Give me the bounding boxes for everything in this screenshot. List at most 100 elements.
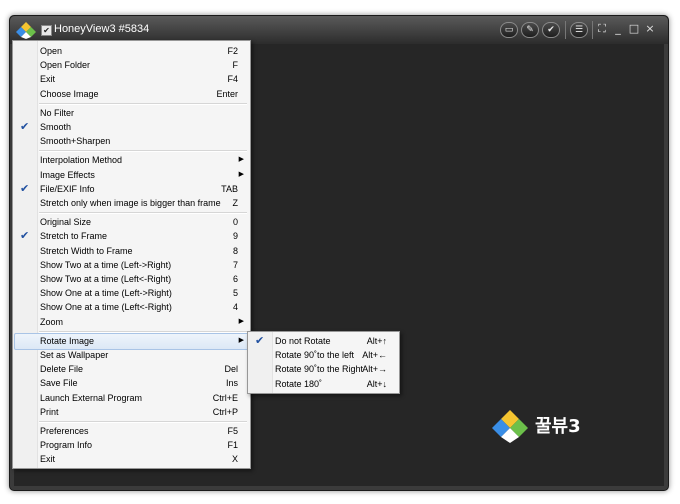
pen-icon[interactable]: ✎ bbox=[521, 22, 539, 38]
menu-item-label: Show Two at a time (Left->Right) bbox=[40, 259, 172, 270]
menu-item-shortcut: F5 bbox=[227, 426, 238, 436]
window-title: HoneyView3 #5834 bbox=[54, 23, 150, 35]
menu-item-show-one-at-a-time-left-right[interactable]: Show One at a time (Left->Right) 5 bbox=[15, 286, 248, 300]
menu-item-show-two-at-a-time-left-right[interactable]: Show Two at a time (Left<-Right) 6 bbox=[15, 272, 248, 286]
honeyview-brand: 꿀뷰3 bbox=[491, 404, 631, 454]
menu-item-launch-external-program[interactable]: Launch External Program Ctrl+E bbox=[15, 391, 248, 405]
menu-item-shortcut: Del bbox=[224, 364, 238, 375]
minimize-button[interactable]: _ bbox=[611, 21, 625, 37]
menu-item-label: Preferences bbox=[40, 426, 89, 436]
submenu-arrow-icon: ▶ bbox=[238, 156, 244, 164]
menu-item-label: Exit bbox=[40, 454, 56, 465]
menu-item-shortcut: F bbox=[232, 60, 239, 71]
menu-item-program-info[interactable]: Program Info F1 bbox=[15, 438, 248, 452]
menu-item-label: Save File bbox=[40, 378, 78, 389]
menu-item-shortcut: 8 bbox=[232, 245, 238, 256]
honeyview-logo-icon[interactable] bbox=[16, 21, 36, 39]
menu-item-rotate-180[interactable]: Rotate 180˚ Alt+↓ bbox=[250, 377, 397, 391]
menu-item-label: Zoom bbox=[40, 316, 64, 327]
menu-item-label: Interpolation Method bbox=[40, 155, 123, 166]
menu-item-shortcut: 5 bbox=[232, 288, 238, 299]
menu-item-label: Do not Rotate bbox=[275, 336, 331, 346]
menu-item-shortcut: Alt+↑ bbox=[366, 336, 387, 346]
menu-item-interpolation-method[interactable]: Interpolation Method ▶ bbox=[15, 153, 248, 167]
menu-item-file-exif-info[interactable]: ✔ File/EXIF Info TAB bbox=[15, 182, 248, 196]
menu-item-label: Show One at a time (Left->Right) bbox=[40, 288, 172, 299]
menu-item-smooth-sharpen[interactable]: Smooth+Sharpen bbox=[15, 134, 248, 148]
menu-item-stretch-width-to-frame[interactable]: Stretch Width to Frame 8 bbox=[15, 244, 248, 258]
checkmark-icon: ✔ bbox=[20, 230, 30, 243]
menu-item-rotate-90-to-the-right[interactable]: Rotate 90˚to the Right Alt+→ bbox=[250, 362, 397, 376]
menu-item-label: Program Info bbox=[40, 440, 93, 451]
menu-item-smooth[interactable]: ✔ Smooth bbox=[15, 120, 248, 134]
check-icon[interactable]: ✔ bbox=[542, 22, 560, 38]
menu-item-label: File/EXIF Info bbox=[40, 183, 95, 194]
menu-item-label: Rotate 180˚ bbox=[275, 378, 323, 389]
submenu-arrow-icon: ▶ bbox=[238, 170, 244, 178]
menu-item-shortcut: 4 bbox=[232, 302, 238, 313]
menu-item-delete-file[interactable]: Delete File Del bbox=[15, 362, 248, 376]
menu-item-label: Stretch only when image is bigger than f… bbox=[40, 198, 221, 208]
menu-item-shortcut: Z bbox=[232, 198, 239, 208]
window-mode-icon[interactable]: ▭ bbox=[500, 22, 518, 38]
menu-item-label: Show Two at a time (Left<-Right) bbox=[40, 274, 172, 284]
title-checkbox[interactable]: ✔ bbox=[41, 25, 52, 36]
brand-text: 꿀뷰3 bbox=[535, 416, 581, 437]
menu-item-label: Rotate Image bbox=[40, 335, 95, 346]
menu-item-choose-image[interactable]: Choose Image Enter bbox=[15, 87, 248, 101]
maximize-button[interactable]: □ bbox=[627, 21, 641, 37]
menu-item-shortcut: 6 bbox=[232, 274, 238, 284]
menu-separator bbox=[39, 212, 247, 215]
menu-item-shortcut: 9 bbox=[232, 231, 238, 242]
menu-item-shortcut: Alt+→ bbox=[362, 364, 387, 375]
menu-item-shortcut: Ins bbox=[225, 378, 238, 389]
menu-item-original-size[interactable]: Original Size 0 bbox=[15, 215, 248, 229]
close-button[interactable]: × bbox=[643, 21, 657, 37]
menu-item-label: Print bbox=[40, 406, 59, 417]
menu-item-stretch-only-when-image-is-bigger-than-frame[interactable]: Stretch only when image is bigger than f… bbox=[15, 196, 248, 210]
titlebar-divider bbox=[592, 21, 593, 39]
menu-item-open-folder[interactable]: Open Folder F bbox=[15, 58, 248, 72]
context-menu: Open F2 Open Folder F Exit F4 Choose Image Ente… bbox=[12, 40, 251, 469]
menu-item-label: Set as Wallpaper bbox=[40, 350, 109, 360]
menu-item-shortcut: Ctrl+P bbox=[212, 406, 238, 417]
menu-item-shortcut: F1 bbox=[227, 440, 238, 451]
menu-item-shortcut: 7 bbox=[232, 259, 238, 270]
menu-item-shortcut: 0 bbox=[232, 217, 238, 228]
menu-item-label: No Filter bbox=[40, 107, 75, 118]
menu-item-open[interactable]: Open F2 bbox=[15, 44, 248, 58]
titlebar-divider bbox=[565, 21, 566, 39]
submenu-arrow-icon: ▶ bbox=[238, 336, 244, 344]
menu-item-label: Image Effects bbox=[40, 169, 95, 180]
menu-item-stretch-to-frame[interactable]: ✔ Stretch to Frame 9 bbox=[15, 229, 248, 243]
menu-item-save-file[interactable]: Save File Ins bbox=[15, 376, 248, 390]
menu-item-show-one-at-a-time-left-right[interactable]: Show One at a time (Left<-Right) 4 bbox=[15, 300, 248, 314]
menu-item-label: Stretch to Frame bbox=[40, 231, 108, 242]
menu-separator bbox=[39, 421, 247, 423]
submenu-arrow-icon: ▶ bbox=[238, 317, 244, 325]
menu-item-do-not-rotate[interactable]: ✔ Do not Rotate Alt+↑ bbox=[250, 334, 397, 348]
menu-item-exit[interactable]: Exit X bbox=[15, 452, 248, 466]
menu-item-label: Original Size bbox=[40, 217, 92, 228]
checkmark-icon: ✔ bbox=[20, 121, 30, 133]
menu-item-preferences[interactable]: Preferences F5 bbox=[15, 424, 248, 438]
menu-item-image-effects[interactable]: Image Effects ▶ bbox=[15, 168, 248, 182]
checkmark-icon: ✔ bbox=[20, 182, 30, 195]
menu-item-rotate-90-to-the-left[interactable]: Rotate 90˚to the left Alt+← bbox=[250, 348, 397, 362]
menu-item-shortcut: Ctrl+E bbox=[212, 392, 238, 403]
menu-item-exit[interactable]: Exit F4 bbox=[15, 72, 248, 86]
menu-item-label: Delete File bbox=[40, 364, 84, 375]
list-icon[interactable]: ☰ bbox=[570, 22, 588, 38]
fullscreen-icon[interactable]: ⛶ bbox=[595, 21, 609, 37]
menu-item-no-filter[interactable]: No Filter bbox=[15, 106, 248, 120]
honeyview-logo-icon bbox=[492, 410, 528, 443]
rotate-image-submenu: ✔ Do not Rotate Alt+↑ Rotate 90˚to the left… bbox=[247, 331, 400, 394]
menu-item-show-two-at-a-time-left-right[interactable]: Show Two at a time (Left->Right) 7 bbox=[15, 258, 248, 272]
menu-item-zoom[interactable]: Zoom ▶ bbox=[15, 315, 248, 329]
menu-item-set-as-wallpaper[interactable]: Set as Wallpaper bbox=[15, 348, 248, 362]
menu-item-label: Smooth bbox=[40, 122, 72, 132]
menu-item-label: Launch External Program bbox=[40, 392, 143, 403]
menu-item-shortcut: TAB bbox=[221, 183, 238, 194]
menu-item-print[interactable]: Print Ctrl+P bbox=[15, 405, 248, 419]
menu-item-shortcut: F2 bbox=[227, 46, 238, 56]
